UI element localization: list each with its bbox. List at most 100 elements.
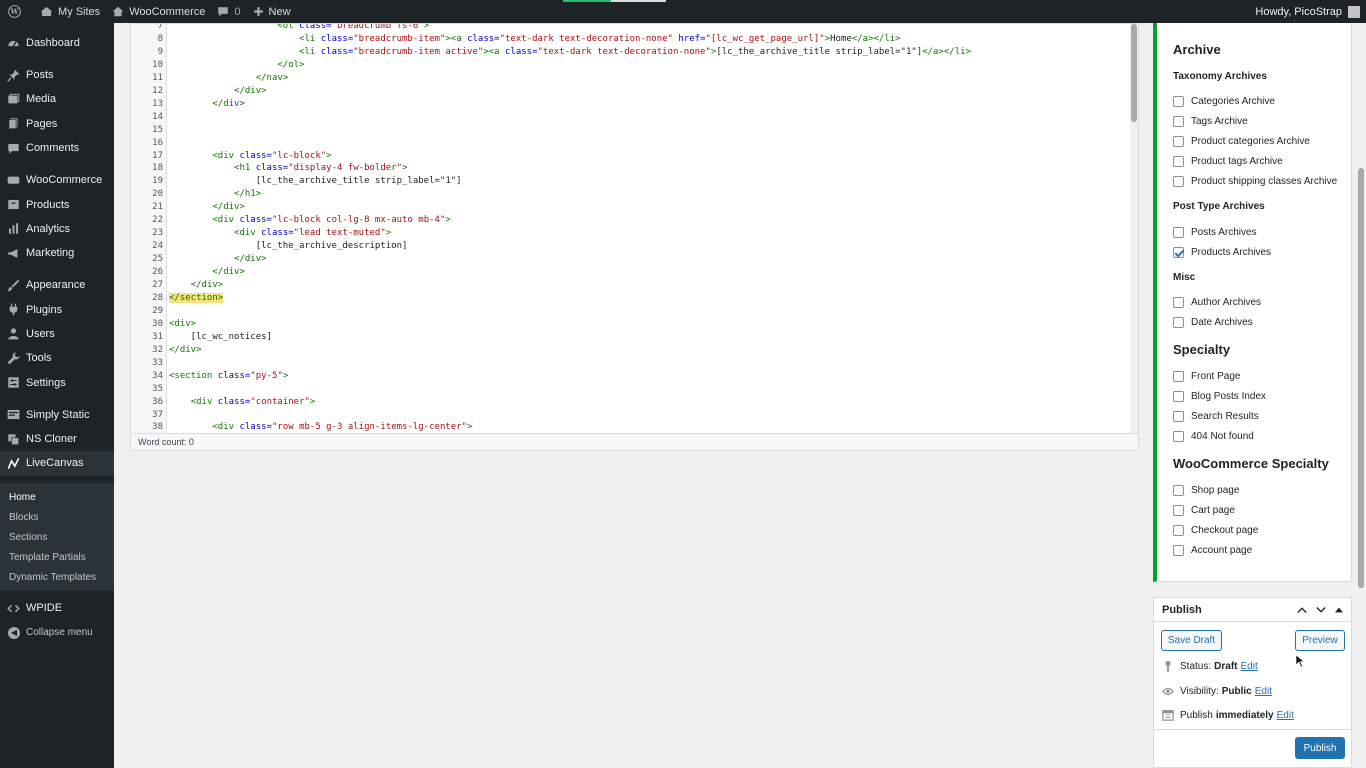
sidebar-item-products[interactable]: Products xyxy=(0,192,114,216)
sidebar-item-simply-static[interactable]: Simply Static xyxy=(0,402,114,426)
submenu-sections[interactable]: Sections xyxy=(0,527,114,547)
code-line[interactable]: 32 </div> xyxy=(131,344,1131,357)
checkbox[interactable] xyxy=(1173,390,1184,402)
sidebar-item-plugins[interactable]: Plugins xyxy=(0,297,114,321)
template-option[interactable]: Search Results xyxy=(1173,409,1259,423)
template-option[interactable]: Product shipping classes Archive xyxy=(1173,174,1337,188)
submenu-template-partials[interactable]: Template Partials xyxy=(0,547,114,567)
new-content-link[interactable]: New xyxy=(247,0,297,23)
move-down-icon[interactable] xyxy=(1316,606,1326,614)
code-line[interactable]: 22 <div class="lc-block col-lg-8 mx-auto… xyxy=(131,214,1131,227)
checkbox[interactable] xyxy=(1173,135,1184,147)
code-line[interactable]: 23 <div class="lead text-muted"> xyxy=(131,227,1131,240)
checkbox[interactable] xyxy=(1173,370,1184,382)
edit-visibility-link[interactable]: Edit xyxy=(1255,686,1272,697)
template-option[interactable]: Product categories Archive xyxy=(1173,134,1310,148)
code-line[interactable]: 19 [lc_the_archive_title strip_label="1"… xyxy=(131,175,1131,188)
template-option[interactable]: Tags Archive xyxy=(1173,114,1248,128)
sidebar-item-livecanvas[interactable]: LiveCanvas xyxy=(0,451,114,476)
sidebar-item-pages[interactable]: Pages xyxy=(0,112,114,136)
template-option[interactable]: Posts Archives xyxy=(1173,225,1257,239)
checkbox[interactable] xyxy=(1173,430,1184,442)
submenu-home[interactable]: Home xyxy=(0,487,114,507)
code-line[interactable]: 31 [lc_wc_notices] xyxy=(131,331,1131,344)
template-option[interactable]: Front Page xyxy=(1173,369,1240,383)
code-line[interactable]: 18 <h1 class="display-4 fw-bolder"> xyxy=(131,162,1131,175)
sidebar-item-appearance[interactable]: Appearance xyxy=(0,273,114,297)
code-line[interactable]: 37 xyxy=(131,409,1131,422)
checkbox[interactable] xyxy=(1173,226,1184,238)
collapse-menu-button[interactable]: ◀ Collapse menu xyxy=(0,621,114,645)
code-line[interactable]: 27 </div> xyxy=(131,279,1131,292)
code-line[interactable]: 16 xyxy=(131,137,1131,150)
template-option[interactable]: Checkout page xyxy=(1173,523,1258,537)
template-option[interactable]: Products Archives xyxy=(1173,245,1271,259)
checkbox[interactable] xyxy=(1173,95,1184,107)
checkbox[interactable] xyxy=(1173,155,1184,167)
code-line[interactable]: 10 </ol> xyxy=(131,59,1131,72)
save-draft-button[interactable]: Save Draft xyxy=(1161,630,1222,651)
code-line[interactable]: 28 </section> xyxy=(131,292,1131,305)
template-option[interactable]: Author Archives xyxy=(1173,295,1261,309)
wordpress-logo-icon[interactable]: W xyxy=(0,0,34,23)
sidebar-item-tools[interactable]: Tools xyxy=(0,346,114,370)
code-line[interactable]: 13 </div> xyxy=(131,98,1131,111)
sidebar-scrollbar-thumb[interactable] xyxy=(1358,168,1364,588)
submenu-blocks[interactable]: Blocks xyxy=(0,507,114,527)
code-line[interactable]: 30 <div> xyxy=(131,318,1131,331)
toggle-panel-icon[interactable] xyxy=(1335,607,1343,613)
move-up-icon[interactable] xyxy=(1297,606,1307,614)
editor-scrollbar-thumb[interactable] xyxy=(1131,24,1137,122)
code-line[interactable]: 26 </div> xyxy=(131,266,1131,279)
template-option[interactable]: 404 Not found xyxy=(1173,429,1254,443)
checkbox[interactable] xyxy=(1173,484,1184,496)
code-line[interactable]: 21 </div> xyxy=(131,201,1131,214)
template-option[interactable]: Shop page xyxy=(1173,483,1239,497)
checkbox[interactable] xyxy=(1173,175,1184,187)
account-menu[interactable]: Howdy, PicoStrap xyxy=(1255,5,1366,18)
template-option[interactable]: Blog Posts Index xyxy=(1173,389,1266,403)
code-line[interactable]: 34 <section class="py-5"> xyxy=(131,370,1131,383)
edit-publish-time-link[interactable]: Edit xyxy=(1277,710,1294,721)
code-editor[interactable]: 7 <ol class="breadcrumb fs-6"> 8 <li clas… xyxy=(130,23,1139,451)
submenu-dynamic-templates[interactable]: Dynamic Templates xyxy=(0,567,114,587)
sidebar-item-posts[interactable]: Posts xyxy=(0,63,114,87)
sidebar-item-ns-cloner[interactable]: NS Cloner xyxy=(0,427,114,451)
code-line[interactable]: 35 xyxy=(131,383,1131,396)
publish-button[interactable]: Publish xyxy=(1295,737,1345,759)
code-line[interactable]: 36 <div class="container"> xyxy=(131,396,1131,409)
code-line[interactable]: 12 </div> xyxy=(131,85,1131,98)
code-line[interactable]: 15 xyxy=(131,124,1131,137)
code-line[interactable]: 11 </nav> xyxy=(131,72,1131,85)
sidebar-item-settings[interactable]: Settings xyxy=(0,371,114,395)
my-sites-link[interactable]: My Sites xyxy=(34,0,106,23)
edit-status-link[interactable]: Edit xyxy=(1240,661,1257,672)
sidebar-item-analytics[interactable]: Analytics xyxy=(0,217,114,241)
code-line[interactable]: 24 [lc_the_archive_description] xyxy=(131,240,1131,253)
editor-scrollbar[interactable] xyxy=(1130,24,1138,434)
checkbox[interactable] xyxy=(1173,544,1184,556)
checkbox[interactable] xyxy=(1173,524,1184,536)
sidebar-scrollbar[interactable] xyxy=(1357,23,1365,588)
template-option[interactable]: Cart page xyxy=(1173,503,1235,517)
sidebar-item-media[interactable]: Media xyxy=(0,87,114,111)
checkbox[interactable] xyxy=(1173,296,1184,308)
sidebar-item-comments[interactable]: Comments xyxy=(0,136,114,160)
sidebar-item-users[interactable]: Users xyxy=(0,322,114,346)
checkbox[interactable] xyxy=(1173,115,1184,127)
sidebar-item-dashboard[interactable]: Dashboard xyxy=(0,31,114,55)
template-option[interactable]: Date Archives xyxy=(1173,315,1253,329)
template-option[interactable]: Categories Archive xyxy=(1173,94,1275,108)
checkbox[interactable] xyxy=(1173,410,1184,422)
sidebar-item-marketing[interactable]: Marketing xyxy=(0,241,114,265)
template-option[interactable]: Account page xyxy=(1173,543,1252,557)
code-line[interactable]: 29 xyxy=(131,305,1131,318)
code-line[interactable]: 9 <li class="breadcrumb-item active"><a … xyxy=(131,46,1131,59)
comments-link[interactable]: 0 xyxy=(211,0,246,23)
code-line[interactable]: 17 <div class="lc-block"> xyxy=(131,150,1131,163)
code-line[interactable]: 25 </div> xyxy=(131,253,1131,266)
sidebar-item-wpide[interactable]: WPIDE xyxy=(0,596,114,620)
site-name-link[interactable]: WooCommerce xyxy=(106,0,211,23)
code-line[interactable]: 20 </h1> xyxy=(131,188,1131,201)
sidebar-item-woocommerce[interactable]: WooCommerce xyxy=(0,168,114,192)
